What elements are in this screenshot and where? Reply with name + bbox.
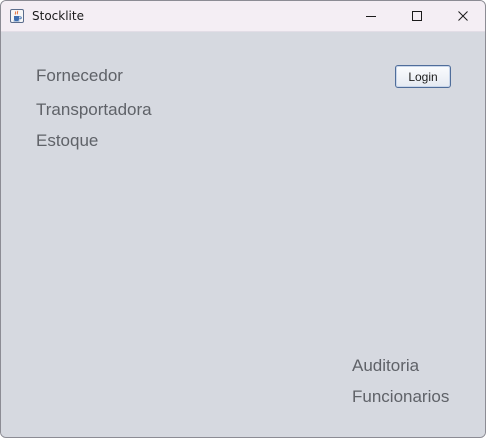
minimize-icon — [365, 7, 377, 26]
close-button[interactable] — [440, 1, 485, 32]
main-panel: Fornecedor Transportadora Estoque Login … — [1, 32, 485, 437]
close-icon — [457, 7, 469, 26]
java-cup-icon — [9, 8, 25, 24]
login-button[interactable]: Login — [395, 65, 451, 88]
minimize-button[interactable] — [348, 1, 394, 32]
window-title: Stocklite — [32, 9, 84, 23]
menu-item-fornecedor[interactable]: Fornecedor — [36, 66, 123, 86]
maximize-icon — [411, 7, 423, 26]
menu-item-estoque[interactable]: Estoque — [36, 131, 98, 151]
title-bar[interactable]: Stocklite — [1, 1, 485, 32]
menu-item-transportadora[interactable]: Transportadora — [36, 100, 152, 120]
app-window: Stocklite Fornecedor Transportadora Esto… — [0, 0, 486, 438]
maximize-button[interactable] — [394, 1, 440, 32]
menu-item-funcionarios[interactable]: Funcionarios — [352, 387, 449, 407]
menu-item-auditoria[interactable]: Auditoria — [352, 356, 419, 376]
